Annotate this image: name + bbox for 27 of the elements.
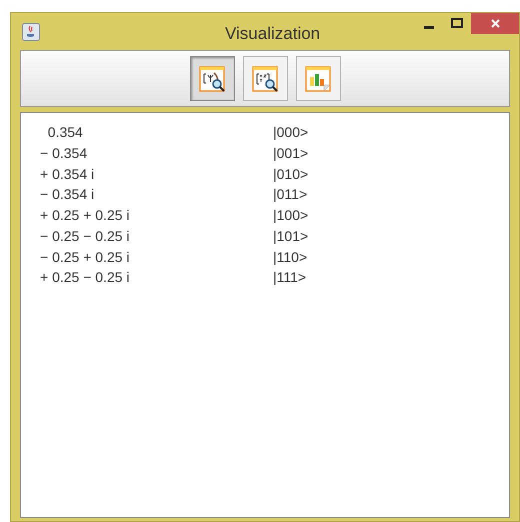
magnifier-icon — [198, 64, 226, 92]
minimize-icon — [424, 26, 434, 28]
amplitude-text: − 0.354 — [40, 144, 88, 163]
bar-chart-icon — [304, 64, 332, 92]
amplitude-text: + 0.25 + 0.25 i — [40, 206, 131, 226]
amplitude-text: + 0.354 i — [40, 164, 96, 184]
basis-state-text: |100> — [273, 206, 308, 226]
amplitude-text: 0.354 — [46, 122, 84, 142]
basis-state-text: |110> — [273, 248, 308, 267]
maximize-icon — [451, 18, 463, 28]
amplitude-text: − 0.354 i — [40, 185, 96, 204]
window-title: Visualization — [225, 23, 320, 45]
coffee-cup-icon — [22, 22, 40, 40]
magnifier-icon — [251, 64, 279, 92]
basis-state-text: |011> — [273, 185, 308, 204]
amplitude-text: − 0.25 + 0.25 i — [40, 248, 131, 267]
basis-state-text: |101> — [273, 226, 308, 246]
amplitude-text: − 0.25 − 0.25 i — [40, 226, 131, 246]
toolbar-button[interactable] — [242, 56, 288, 101]
toolbar-button[interactable] — [190, 56, 234, 101]
basis-state-text: |001> — [273, 144, 308, 163]
basis-state-text: |111> — [273, 268, 306, 288]
close-button[interactable] — [471, 13, 519, 34]
amplitude-text: + 0.25 − 0.25 i — [40, 268, 131, 288]
basis-state-text: |000> — [273, 122, 308, 142]
basis-state-text: |010> — [273, 164, 308, 184]
close-icon — [490, 19, 500, 28]
